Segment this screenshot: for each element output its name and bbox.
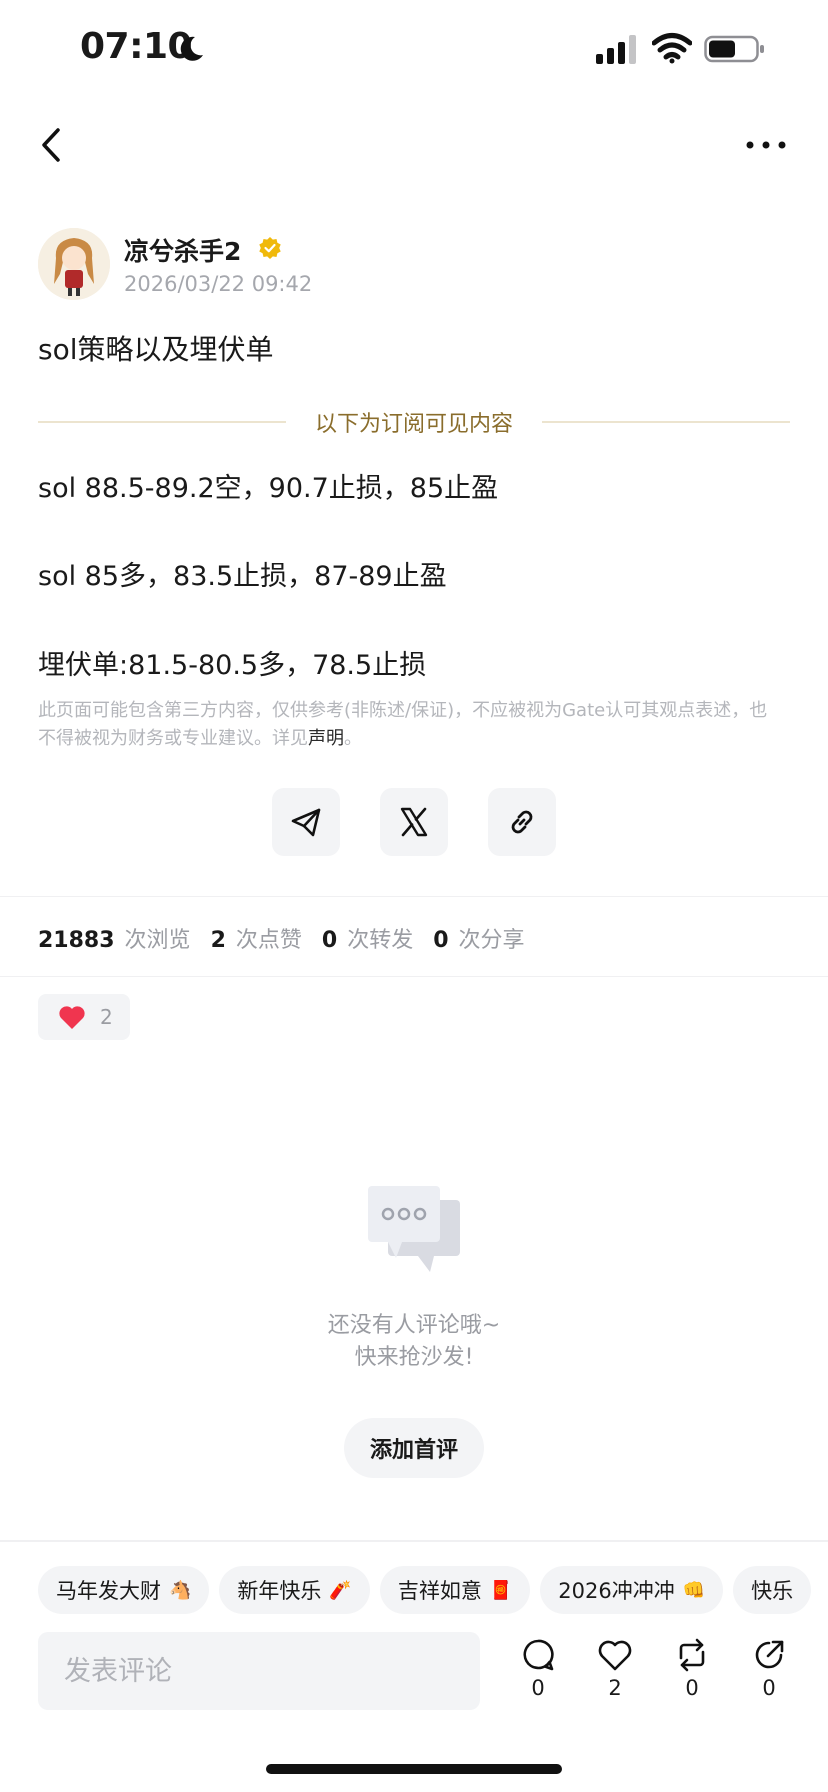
quick-tag-label: 快乐: [751, 1579, 794, 1603]
repost-action[interactable]: 0: [667, 1638, 717, 1700]
share-icon: [755, 1640, 784, 1669]
reposts-count: 0: [321, 928, 338, 953]
quick-tag-label: 吉祥如意: [397, 1579, 482, 1603]
avatar[interactable]: [38, 228, 110, 300]
divider-line-left: [38, 421, 286, 423]
more-icon[interactable]: [744, 130, 788, 160]
views-label: 次浏览: [124, 928, 191, 953]
heart-icon: [59, 1006, 85, 1029]
link-icon: [511, 810, 533, 834]
quick-tag[interactable]: 快乐: [733, 1566, 812, 1614]
reaction-chip[interactable]: 2: [38, 994, 130, 1040]
horse-emoji-icon: 🐴: [169, 1579, 192, 1601]
back-icon[interactable]: [36, 120, 68, 170]
telegram-icon: [291, 808, 321, 837]
like-heart-icon: [598, 1640, 632, 1671]
empty-comments-icon: [368, 1186, 460, 1272]
signal-icon: [596, 35, 636, 64]
disclaimer: 此页面可能包含第三方内容，仅供参考(非陈述/保证)，不应被视为Gate认可其观点…: [38, 697, 778, 753]
views-count: 21883: [38, 928, 115, 953]
status-bar: 07:10: [0, 0, 828, 100]
avatar-illustration: [38, 228, 110, 300]
comment-action[interactable]: 0: [513, 1638, 563, 1700]
add-first-comment-button[interactable]: 添加首评: [344, 1418, 484, 1478]
quick-tag-row: 马年发大财 🐴 新年快乐 🧨 吉祥如意 🧧 2026冲冲冲 👊 快乐: [38, 1566, 828, 1620]
post-content-line: sol 88.5-89.2空，90.7止损，85止盈: [38, 473, 499, 504]
shares-count: 0: [433, 928, 449, 953]
quick-tag[interactable]: 2026冲冲冲 👊: [540, 1566, 724, 1614]
copy-link-button[interactable]: [488, 788, 556, 856]
reposts-label: 次转发: [347, 928, 414, 953]
post-content-line: 埋伏单:81.5-80.5多，78.5止损: [38, 650, 427, 681]
shares-label: 次分享: [458, 928, 525, 953]
battery-icon: [704, 35, 764, 63]
divider-line-right: [542, 421, 790, 423]
quick-tag-label: 2026冲冲冲: [558, 1579, 675, 1603]
empty-comments-text: 还没有人评论哦~ 快来抢沙发!: [214, 1310, 614, 1374]
verified-badge-icon: [259, 237, 281, 259]
disclaimer-end: 。: [344, 728, 362, 749]
comment-input[interactable]: [38, 1632, 480, 1710]
quick-tag[interactable]: 马年发大财 🐴: [38, 1566, 210, 1614]
disclaimer-link[interactable]: 声明: [308, 728, 344, 749]
quick-tag-label: 新年快乐: [237, 1579, 322, 1603]
reaction-count: 2: [100, 1005, 113, 1029]
repost-icon: [679, 1638, 705, 1672]
disclaimer-text: 此页面可能包含第三方内容，仅供参考(非陈述/保证)，不应被视为Gate认可其观点…: [38, 700, 768, 749]
quick-tag[interactable]: 吉祥如意 🧧: [379, 1566, 531, 1614]
section-divider: [0, 896, 828, 897]
like-count: 2: [608, 1676, 622, 1700]
section-divider: [0, 1540, 828, 1542]
author-name[interactable]: 凉兮杀手2: [124, 232, 241, 268]
empty-comments-line1: 还没有人评论哦~: [327, 1313, 501, 1338]
likes-label: 次点赞: [235, 928, 302, 953]
x-icon: [400, 807, 428, 837]
post-title: sol策略以及埋伏单: [38, 333, 274, 366]
subscriber-divider-label: 以下为订阅可见内容: [314, 412, 513, 437]
home-indicator[interactable]: [266, 1764, 562, 1774]
quick-tag[interactable]: 新年快乐 🧨: [219, 1566, 370, 1614]
red-envelope-emoji-icon: 🧧: [489, 1579, 513, 1601]
share-x-button[interactable]: [380, 788, 448, 856]
firecracker-emoji-icon: 🧨: [329, 1579, 352, 1601]
moon-icon: [180, 36, 203, 61]
post-content-line: sol 85多，83.5止损，87-89止盈: [38, 561, 447, 592]
post-timestamp: 2026/03/22 09:42: [124, 272, 313, 296]
share-count: 0: [762, 1676, 776, 1700]
empty-comments-line2: 快来抢沙发!: [354, 1345, 474, 1370]
quick-tag-label: 马年发大财: [56, 1579, 161, 1603]
comment-count: 0: [531, 1676, 545, 1700]
like-action[interactable]: 2: [590, 1638, 640, 1700]
comment-icon: [523, 1639, 554, 1671]
repost-count: 0: [685, 1676, 699, 1700]
likes-count: 2: [210, 928, 226, 953]
post-stats: 21883 次浏览 2 次点赞 0 次转发 0 次分享: [38, 922, 545, 954]
share-telegram-button[interactable]: [272, 788, 340, 856]
fist-emoji-icon: 👊: [682, 1579, 706, 1601]
wifi-icon: [652, 33, 692, 64]
section-divider: [0, 976, 828, 977]
share-action[interactable]: 0: [744, 1638, 794, 1700]
